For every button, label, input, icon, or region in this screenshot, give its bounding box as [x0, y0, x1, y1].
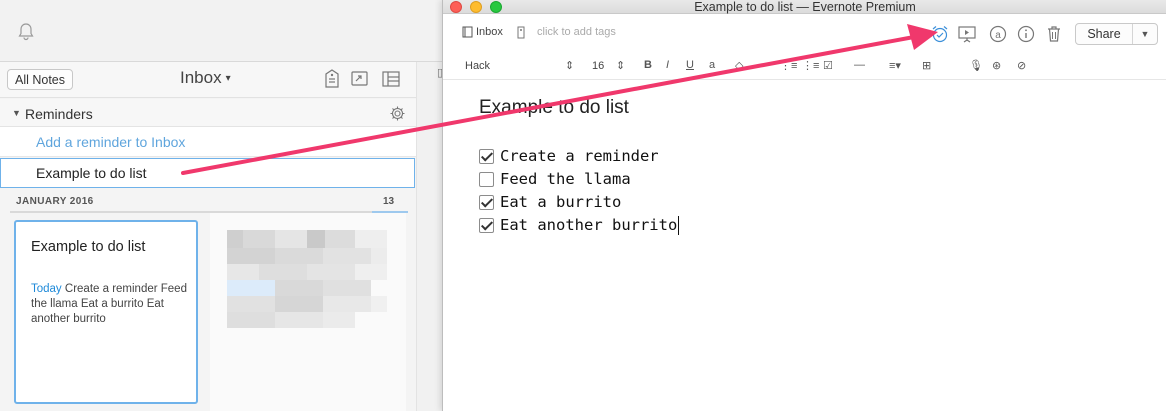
- note-editor-window: Example to do list — Evernote Premium In…: [442, 0, 1166, 411]
- underline-icon[interactable]: U: [686, 59, 694, 71]
- note-list-header: All Notes Inbox ▾: [0, 62, 416, 98]
- list-scroll-area: [416, 62, 442, 411]
- horizontal-rule-icon[interactable]: —: [854, 59, 865, 71]
- reminder-item-title: Example to do list: [36, 165, 147, 181]
- all-notes-button[interactable]: All Notes: [7, 69, 73, 90]
- svg-text:a: a: [995, 30, 1001, 41]
- note-card-blurred[interactable]: [210, 213, 406, 411]
- italic-icon[interactable]: I: [666, 59, 669, 71]
- reminder-alarm-icon[interactable]: [930, 24, 950, 44]
- disclosure-triangle-icon[interactable]: ▼: [12, 108, 21, 118]
- notebook-info-icon[interactable]: [322, 68, 342, 90]
- reminders-label: Reminders: [25, 106, 93, 122]
- chevron-down-icon: ▾: [225, 72, 231, 84]
- note-card-date: Today: [31, 283, 62, 295]
- font-size-select[interactable]: 16: [592, 60, 604, 72]
- share-notebook-icon[interactable]: [350, 68, 370, 90]
- presentation-icon[interactable]: [957, 24, 977, 44]
- tags-input[interactable]: click to add tags: [537, 26, 616, 38]
- info-icon[interactable]: [1016, 24, 1036, 44]
- notebook-picker-label: Inbox: [476, 26, 503, 38]
- work-chat-icon[interactable]: a: [988, 24, 1008, 44]
- notebook-icon: [462, 26, 473, 38]
- checklist-item-text[interactable]: Eat a burrito: [500, 193, 621, 211]
- gear-icon[interactable]: [389, 105, 406, 122]
- share-button[interactable]: Share ▼: [1075, 23, 1158, 45]
- checklist-item-text[interactable]: Eat another burrito: [500, 216, 677, 234]
- top-bar: [0, 0, 442, 62]
- window-title: Example to do list — Evernote Premium: [694, 0, 916, 14]
- notebook-title: Inbox: [180, 68, 222, 87]
- checklist-icon[interactable]: ☑: [823, 59, 833, 72]
- checklist-item-text[interactable]: Create a reminder: [500, 147, 659, 165]
- view-options-icon[interactable]: [381, 68, 401, 90]
- notebook-selector[interactable]: Inbox ▾: [180, 68, 231, 88]
- attachment-icon[interactable]: ⊘: [1017, 59, 1026, 72]
- reminder-item[interactable]: Example to do list: [0, 158, 415, 188]
- tag-icon[interactable]: [515, 26, 527, 39]
- text-color-icon[interactable]: ◇: [735, 59, 743, 72]
- bell-icon[interactable]: [17, 22, 35, 42]
- month-label: JANUARY 2016: [16, 196, 94, 207]
- share-dropdown-chevron-icon[interactable]: ▼: [1133, 24, 1157, 44]
- checklist-item: Eat a burrito: [479, 191, 621, 213]
- checkbox[interactable]: [479, 171, 494, 187]
- text-cursor: [678, 215, 680, 235]
- note-card-title: Example to do list: [31, 239, 146, 255]
- camera-icon[interactable]: ⊛: [992, 59, 1001, 72]
- font-family-select[interactable]: Hack: [465, 60, 490, 72]
- checklist-item-text[interactable]: Feed the llama: [500, 170, 631, 188]
- reminders-section-header[interactable]: ▼ Reminders: [0, 99, 416, 127]
- checklist-item: Feed the llama: [479, 168, 631, 190]
- highlight-icon[interactable]: a: [709, 59, 715, 71]
- font-size-stepper-icon[interactable]: ⇕: [616, 59, 625, 72]
- checklist-item: Create a reminder: [479, 145, 659, 167]
- audio-record-icon[interactable]: 🎙︎: [969, 59, 983, 72]
- bulleted-list-icon[interactable]: ⋮≡: [780, 59, 797, 72]
- month-header: JANUARY 2016 13: [0, 192, 405, 212]
- checkbox[interactable]: [479, 194, 494, 210]
- table-icon[interactable]: ⊞: [922, 59, 931, 72]
- note-card-selected[interactable]: Example to do list Today Create a remind…: [14, 220, 198, 404]
- checkbox[interactable]: [479, 148, 494, 164]
- note-editor[interactable]: Example to do list Create a reminder Fee…: [443, 82, 1166, 411]
- note-list-window: All Notes Inbox ▾ ▼ Reminders Add a remi…: [0, 0, 443, 411]
- format-toolbar: Hack ⇕ 16 ⇕ B I U a ◇ ⋮≡ ⋮≡ ☑ — ≡▾ ⊞ 🎙︎ …: [443, 52, 1166, 80]
- note-toolbar: Inbox click to add tags a Share ▼: [443, 16, 1166, 50]
- numbered-list-icon[interactable]: ⋮≡: [802, 59, 819, 72]
- bold-icon[interactable]: B: [644, 59, 652, 71]
- share-button-label[interactable]: Share: [1076, 24, 1133, 44]
- month-note-count: 13: [383, 196, 395, 207]
- add-reminder-input[interactable]: Add a reminder to Inbox: [0, 127, 416, 157]
- font-family-stepper-icon[interactable]: ⇕: [565, 59, 574, 72]
- notebook-picker[interactable]: Inbox: [462, 26, 503, 38]
- note-card-snippet: Today Create a reminder Feed the llama E…: [31, 282, 191, 327]
- alignment-icon[interactable]: ≡▾: [889, 59, 901, 72]
- checklist-item: Eat another burrito: [479, 214, 680, 236]
- window-titlebar: Example to do list — Evernote Premium: [443, 0, 1166, 14]
- note-title[interactable]: Example to do list: [479, 97, 629, 119]
- checkbox[interactable]: [479, 217, 494, 233]
- add-reminder-placeholder: Add a reminder to Inbox: [36, 134, 186, 150]
- trash-icon[interactable]: [1044, 24, 1064, 44]
